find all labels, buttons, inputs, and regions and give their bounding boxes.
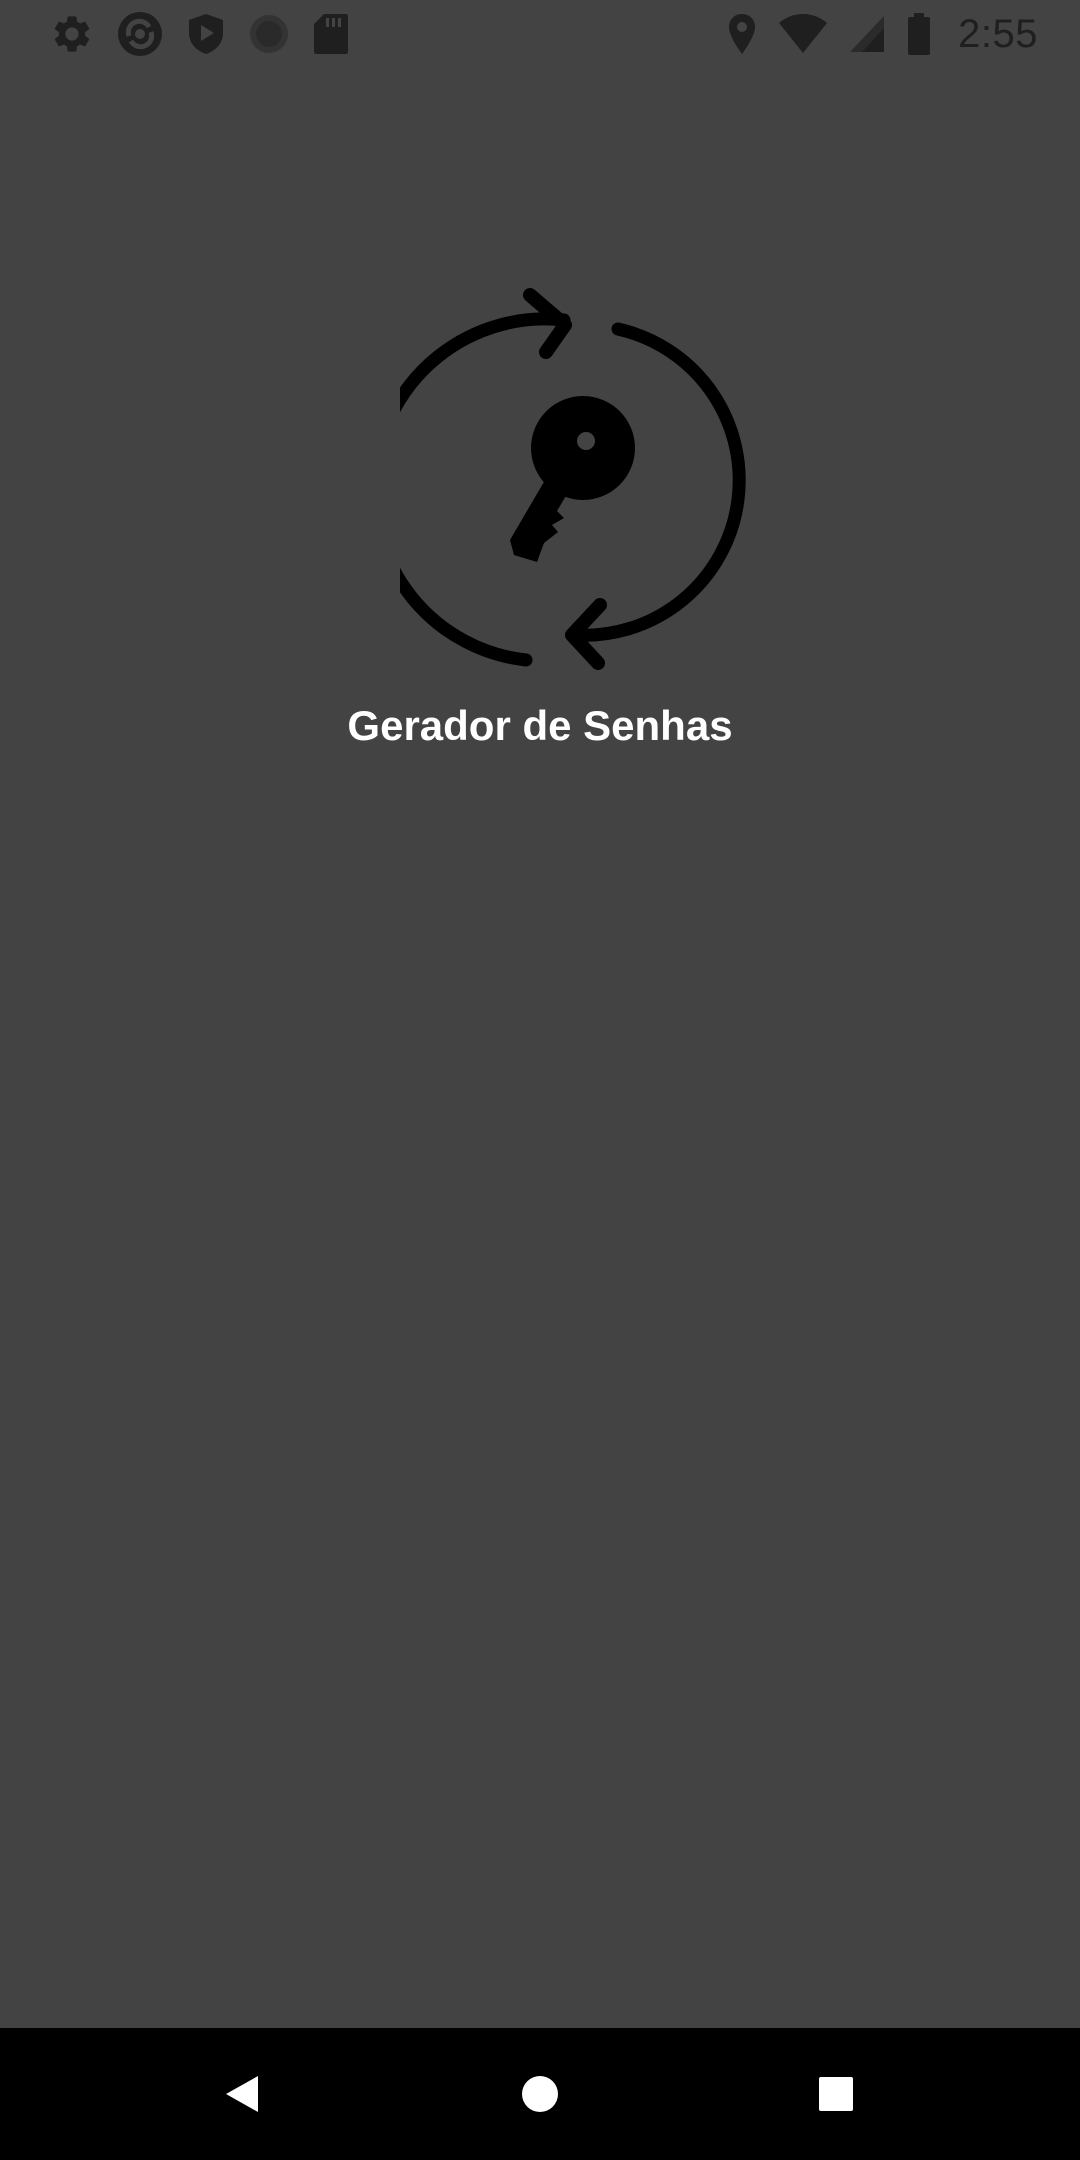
home-button[interactable]: [474, 2028, 606, 2160]
status-bar: 2:55: [0, 0, 1080, 66]
location-icon: [729, 14, 756, 54]
key-refresh-icon: [400, 288, 746, 670]
recents-icon: [819, 2077, 853, 2111]
sync-app-icon: [118, 12, 162, 56]
splash-screen: 2:55 Gerador de Senhas: [0, 0, 1080, 2160]
navigation-bar: [0, 2028, 1080, 2160]
app-title: Gerador de Senhas: [347, 702, 733, 749]
cellular-signal-icon: [850, 16, 885, 52]
gear-icon: [54, 16, 90, 52]
status-bar-system: 2:55: [726, 10, 1038, 58]
status-bar-notifications: [50, 10, 350, 58]
recents-button[interactable]: [770, 2028, 902, 2160]
home-icon: [522, 2076, 558, 2112]
battery-icon: [908, 13, 931, 55]
status-clock: 2:55: [958, 11, 1038, 56]
sd-card-icon: [314, 14, 348, 54]
wifi-icon: [779, 14, 828, 53]
circle-notification-icon: [250, 15, 288, 53]
back-button[interactable]: [176, 2028, 308, 2160]
back-icon: [226, 2076, 258, 2112]
shield-play-icon: [189, 14, 223, 54]
